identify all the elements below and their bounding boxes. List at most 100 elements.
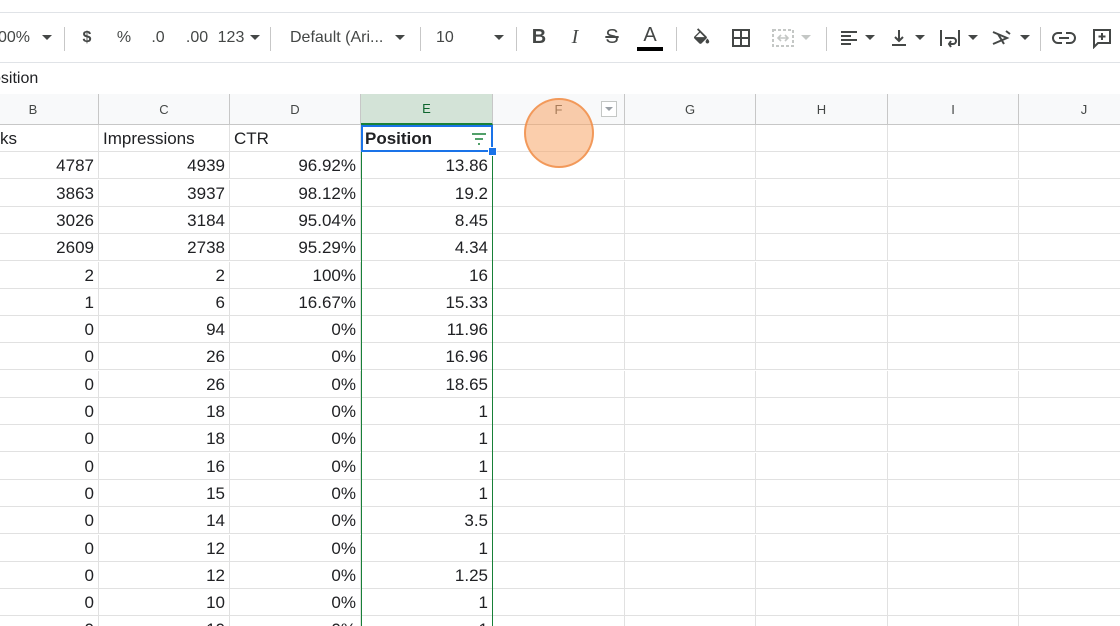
data-cell[interactable]: 94 xyxy=(99,316,230,344)
empty-cell[interactable] xyxy=(888,261,1019,289)
empty-cell[interactable] xyxy=(1019,425,1120,453)
data-cell[interactable]: 0 xyxy=(0,616,99,626)
empty-cell[interactable] xyxy=(625,425,756,453)
empty-cell[interactable] xyxy=(756,288,888,316)
column-header-c[interactable]: C xyxy=(99,94,230,125)
empty-cell[interactable] xyxy=(625,261,756,289)
empty-cell[interactable] xyxy=(888,561,1019,589)
empty-cell[interactable] xyxy=(1019,289,1120,316)
data-cell[interactable]: 0 xyxy=(0,561,99,589)
empty-cell[interactable] xyxy=(1019,507,1120,535)
data-cell[interactable]: 1 xyxy=(361,425,493,453)
empty-cell[interactable] xyxy=(1019,343,1120,371)
data-cell[interactable]: 18 xyxy=(99,398,230,425)
empty-cell[interactable] xyxy=(888,152,1019,180)
empty-cell[interactable] xyxy=(625,316,756,344)
data-cell[interactable]: 0% xyxy=(230,452,361,480)
insert-link-icon[interactable] xyxy=(1050,13,1078,62)
horizontal-align-icon[interactable] xyxy=(836,13,878,62)
empty-cell[interactable] xyxy=(625,152,756,180)
empty-cell[interactable] xyxy=(888,370,1019,398)
empty-cell[interactable] xyxy=(888,316,1019,344)
data-cell[interactable]: 19.2 xyxy=(361,179,493,207)
empty-cell[interactable] xyxy=(1019,589,1120,617)
data-cell[interactable]: 4939 xyxy=(99,152,230,180)
data-cell[interactable]: 0% xyxy=(230,616,361,626)
data-cell[interactable]: 0% xyxy=(230,425,361,453)
formula-bar[interactable]: osition xyxy=(0,63,1120,95)
data-cell[interactable]: 0% xyxy=(230,534,361,562)
empty-cell[interactable] xyxy=(493,452,625,480)
empty-cell[interactable] xyxy=(756,234,888,262)
zoom-select[interactable]: 00% xyxy=(0,13,54,62)
data-cell[interactable]: 8.45 xyxy=(361,206,493,234)
data-cell[interactable]: 0% xyxy=(230,316,361,344)
empty-cell[interactable] xyxy=(493,288,625,316)
empty-cell[interactable] xyxy=(756,370,888,398)
empty-cell[interactable] xyxy=(625,343,756,371)
data-cell[interactable]: 2 xyxy=(99,261,230,289)
data-cell[interactable]: 3184 xyxy=(99,206,230,234)
empty-cell[interactable] xyxy=(756,452,888,480)
empty-cell[interactable] xyxy=(493,398,625,425)
data-cell[interactable]: 0% xyxy=(230,398,361,425)
header-cell[interactable]: CTR xyxy=(230,125,361,152)
data-cell[interactable]: 1 xyxy=(361,616,493,626)
data-cell[interactable]: 0 xyxy=(0,370,99,398)
empty-cell[interactable] xyxy=(1019,125,1120,152)
data-cell[interactable]: 18.65 xyxy=(361,370,493,398)
empty-cell[interactable] xyxy=(493,507,625,535)
more-formats-button[interactable]: 123 xyxy=(218,13,261,62)
empty-cell[interactable] xyxy=(493,206,625,234)
data-cell[interactable]: 0 xyxy=(0,452,99,480)
increase-decimal-button[interactable]: .00 xyxy=(182,13,212,62)
column-header-g[interactable]: G xyxy=(625,94,756,125)
borders-icon[interactable] xyxy=(728,13,754,62)
empty-cell[interactable] xyxy=(756,534,888,562)
decrease-decimal-button[interactable]: .0 xyxy=(146,13,170,62)
data-cell[interactable]: 1 xyxy=(361,452,493,480)
empty-cell[interactable] xyxy=(493,561,625,589)
data-cell[interactable]: 10 xyxy=(99,616,230,626)
data-cell[interactable]: 3.5 xyxy=(361,507,493,535)
strikethrough-button[interactable]: S xyxy=(600,13,624,62)
empty-cell[interactable] xyxy=(1019,180,1120,207)
empty-cell[interactable] xyxy=(493,179,625,207)
empty-cell[interactable] xyxy=(1019,398,1120,425)
text-rotation-icon[interactable] xyxy=(988,13,1032,62)
font-family-select[interactable]: Default (Ari... xyxy=(290,13,410,62)
empty-cell[interactable] xyxy=(625,179,756,207)
fill-handle[interactable] xyxy=(488,147,497,156)
empty-cell[interactable] xyxy=(493,425,625,453)
header-cell[interactable]: Impressions xyxy=(99,125,230,152)
empty-cell[interactable] xyxy=(888,425,1019,453)
column-header-d[interactable]: D xyxy=(230,94,361,125)
data-cell[interactable]: 0 xyxy=(0,479,99,507)
data-cell[interactable]: 4787 xyxy=(0,152,99,180)
filter-icon[interactable] xyxy=(470,131,488,147)
data-cell[interactable]: 11.96 xyxy=(361,316,493,344)
data-cell[interactable]: 1 xyxy=(361,398,493,425)
empty-cell[interactable] xyxy=(625,398,756,425)
data-cell[interactable]: 15 xyxy=(99,479,230,507)
data-cell[interactable]: 0% xyxy=(230,561,361,589)
empty-cell[interactable] xyxy=(756,316,888,344)
data-cell[interactable]: 3937 xyxy=(99,179,230,207)
empty-cell[interactable] xyxy=(1019,207,1120,234)
empty-cell[interactable] xyxy=(1019,262,1120,289)
data-cell[interactable]: 14 xyxy=(99,507,230,535)
data-cell[interactable]: 0% xyxy=(230,589,361,617)
empty-cell[interactable] xyxy=(756,179,888,207)
empty-cell[interactable] xyxy=(888,125,1019,152)
empty-cell[interactable] xyxy=(888,288,1019,316)
empty-cell[interactable] xyxy=(756,398,888,425)
data-cell[interactable]: 0% xyxy=(230,343,361,371)
empty-cell[interactable] xyxy=(625,288,756,316)
empty-cell[interactable] xyxy=(1019,535,1120,562)
empty-cell[interactable] xyxy=(1019,453,1120,480)
empty-cell[interactable] xyxy=(756,589,888,617)
data-cell[interactable]: 2609 xyxy=(0,234,99,262)
data-cell[interactable]: 13.86 xyxy=(361,152,493,180)
empty-cell[interactable] xyxy=(493,616,625,626)
empty-cell[interactable] xyxy=(625,616,756,626)
